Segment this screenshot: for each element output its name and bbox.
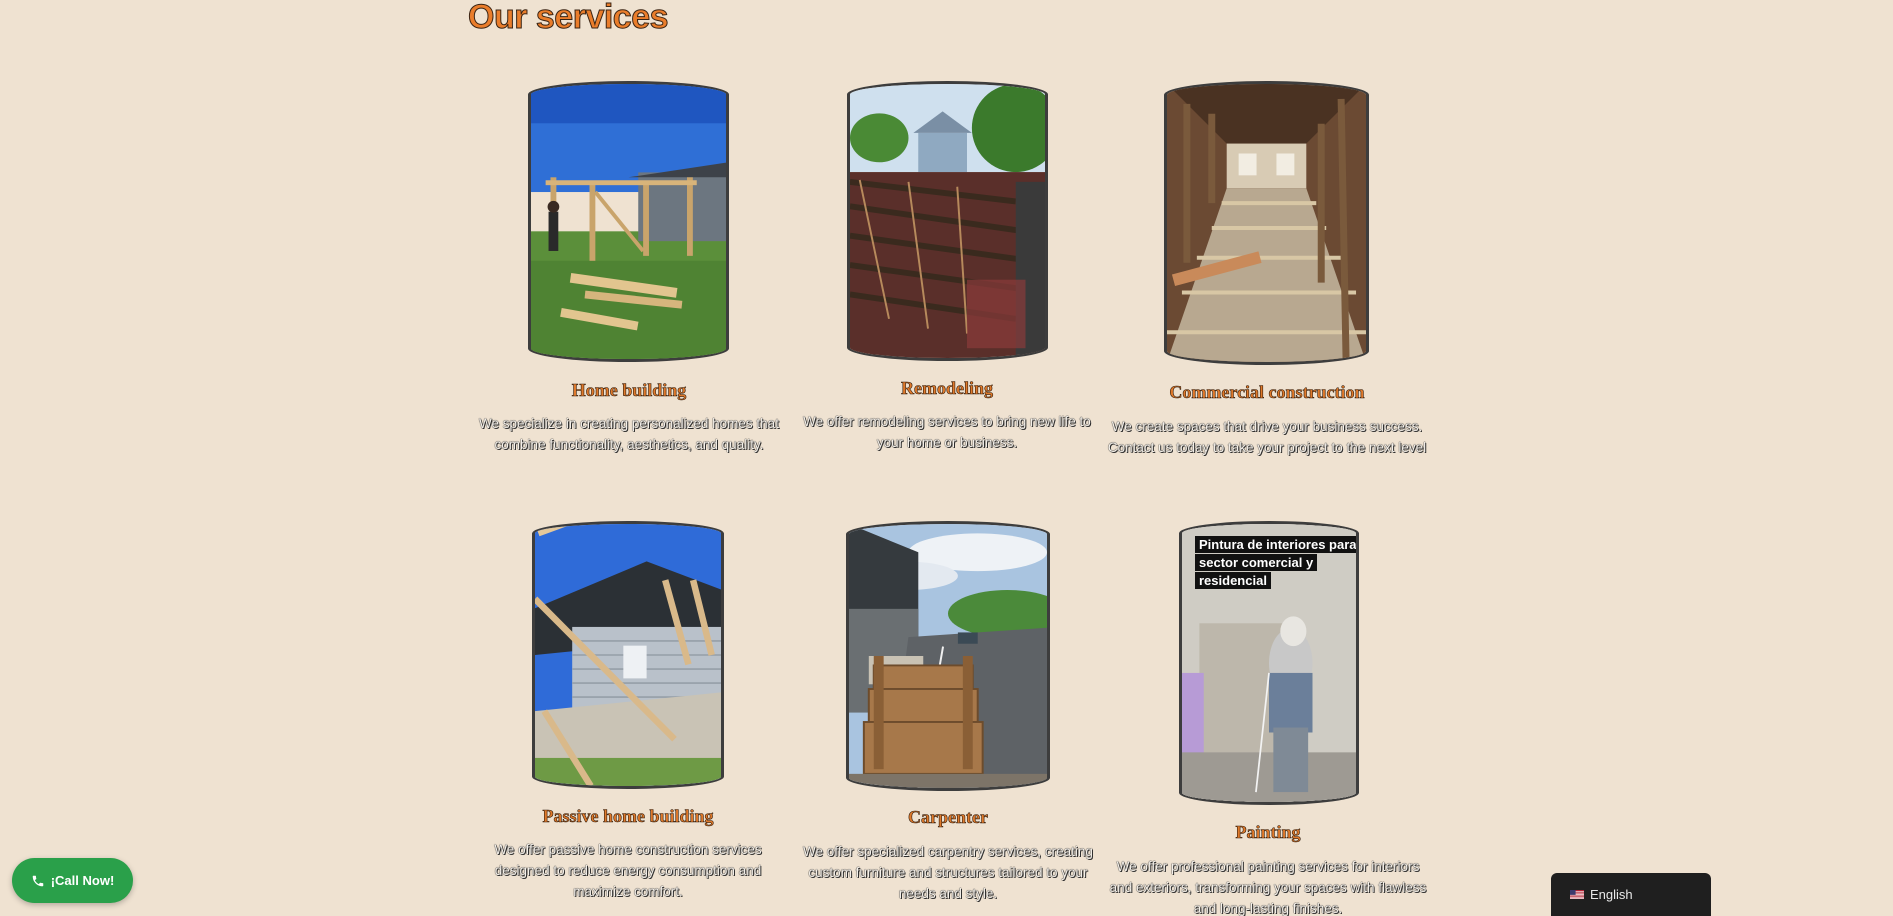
remodeling-photo: [847, 81, 1048, 361]
home-building-photo: [528, 81, 729, 362]
phone-icon: [32, 875, 43, 886]
service-title: Home building: [571, 380, 687, 401]
language-switcher[interactable]: English: [1551, 873, 1711, 916]
passive-home-building-photo: [532, 521, 724, 789]
commercial-construction-photo: [1164, 81, 1369, 365]
section-title: Our services: [467, 0, 669, 37]
services-page: Our services Home building We specialize…: [0, 0, 1893, 916]
service-description: We offer remodeling services to bring ne…: [803, 414, 1091, 450]
us-flag-icon: [1570, 890, 1584, 899]
painting-photo: Pintura de interiores para sector comerc…: [1179, 521, 1359, 805]
language-label: English: [1590, 887, 1633, 902]
service-title: Passive home building: [542, 806, 714, 827]
call-now-label: ¡Call Now!: [50, 873, 115, 888]
painting-photo-caption: Pintura de interiores para sector comerc…: [1195, 536, 1356, 590]
service-title: Remodeling: [901, 378, 994, 399]
service-title: Commercial construction: [1169, 382, 1365, 403]
service-description: We offer specialized carpentry services,…: [803, 844, 1093, 901]
service-description: We specialize in creating personalized h…: [479, 416, 779, 452]
carpenter-photo: [846, 521, 1050, 791]
service-description: We offer passive home construction servi…: [494, 842, 762, 899]
service-title: Carpenter: [908, 807, 989, 828]
call-now-button[interactable]: ¡Call Now!: [12, 858, 133, 903]
service-description: We offer professional painting services …: [1109, 859, 1427, 916]
service-title: Painting: [1235, 822, 1301, 843]
service-description: We create spaces that drive your busines…: [1107, 419, 1427, 455]
